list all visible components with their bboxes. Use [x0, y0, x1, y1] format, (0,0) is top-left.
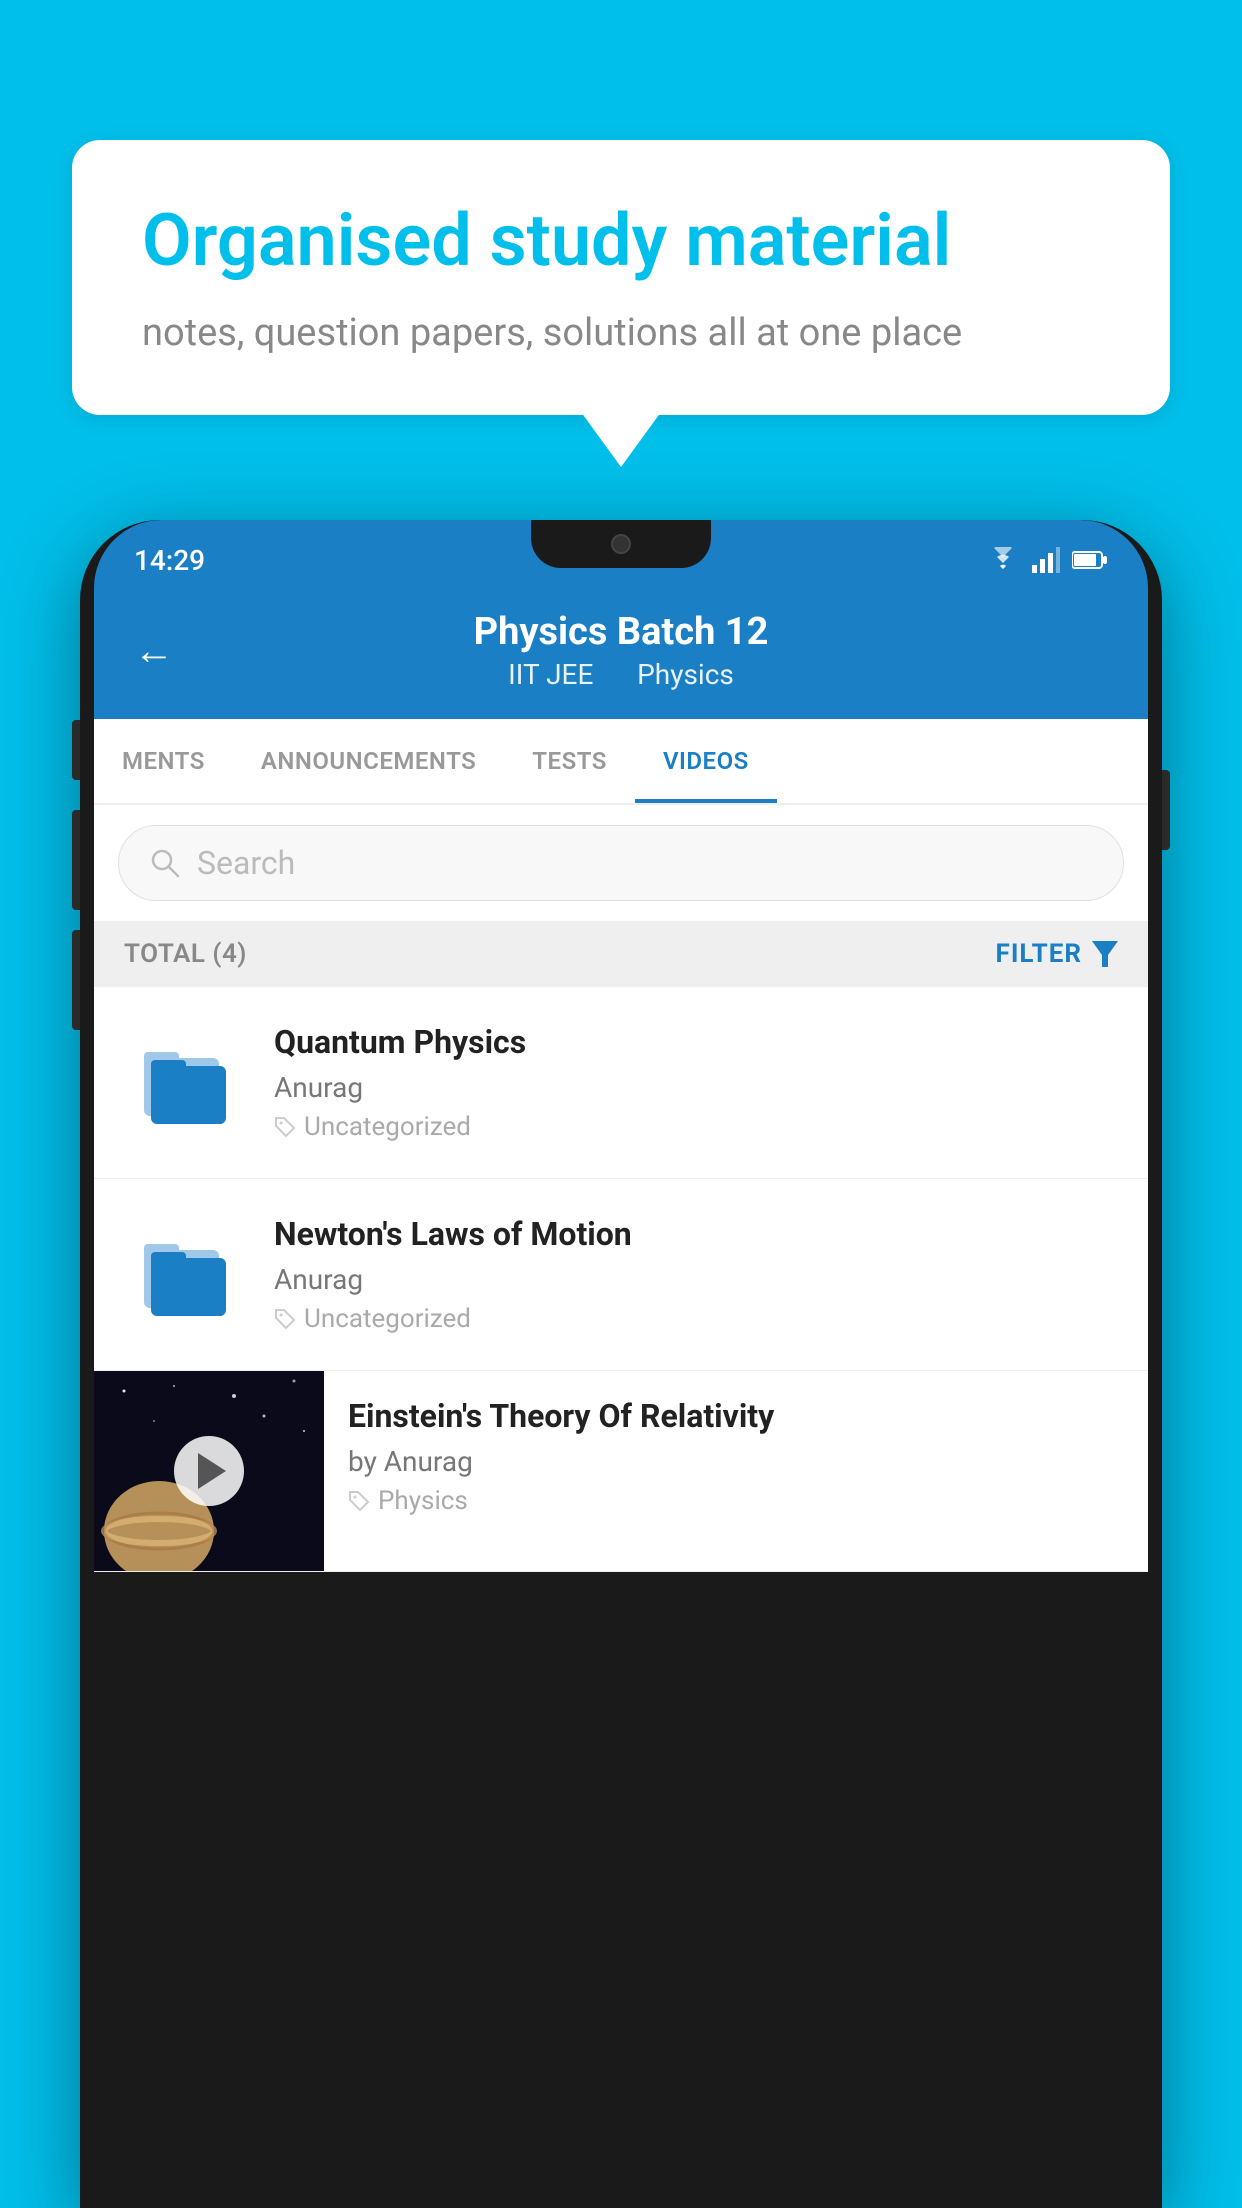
play-triangle-icon: [198, 1453, 226, 1489]
power-button: [1162, 770, 1170, 850]
total-count: TOTAL (4): [124, 939, 247, 969]
video-author-1: Anurag: [274, 1071, 1118, 1104]
speech-bubble-heading: Organised study material: [142, 200, 1100, 283]
app-header: ← Physics Batch 12 IIT JEE Physics: [94, 590, 1148, 719]
folder-thumb-2: [124, 1220, 244, 1330]
filter-label: FILTER: [996, 939, 1082, 969]
status-icons: [986, 547, 1108, 573]
video-title-3: Einstein's Theory Of Relativity: [348, 1397, 1124, 1435]
speech-bubble-container: Organised study material notes, question…: [72, 140, 1170, 415]
search-icon: [149, 847, 181, 879]
list-item[interactable]: Einstein's Theory Of Relativity by Anura…: [94, 1371, 1148, 1572]
folder-thumb-1: [124, 1028, 244, 1138]
phone-screen: 14:29: [94, 520, 1148, 2208]
video-author-2: Anurag: [274, 1263, 1118, 1296]
filter-icon: [1092, 941, 1118, 967]
video-thumbnail-3: [94, 1371, 324, 1571]
video-tag-3: Physics: [348, 1486, 1124, 1516]
header-title: Physics Batch 12: [204, 610, 1038, 654]
play-button[interactable]: [174, 1436, 244, 1506]
folder-icon: [139, 1230, 229, 1320]
signal-icon: [1032, 547, 1060, 573]
video-list: Quantum Physics Anurag Uncategorized: [94, 987, 1148, 1572]
video-title-2: Newton's Laws of Motion: [274, 1215, 1118, 1253]
subtitle-iit: IIT JEE: [508, 658, 593, 691]
header-subtitle: IIT JEE Physics: [204, 658, 1038, 691]
tag-icon: [348, 1490, 370, 1512]
speech-bubble: Organised study material notes, question…: [72, 140, 1170, 415]
video-info-1: Quantum Physics Anurag Uncategorized: [274, 1023, 1118, 1142]
tab-ments[interactable]: MENTS: [94, 719, 233, 803]
list-item[interactable]: Quantum Physics Anurag Uncategorized: [94, 987, 1148, 1179]
video-author-3: by Anurag: [348, 1445, 1124, 1478]
status-time: 14:29: [134, 544, 205, 577]
list-item[interactable]: Newton's Laws of Motion Anurag Uncategor…: [94, 1179, 1148, 1371]
tab-videos[interactable]: VIDEOS: [635, 719, 777, 803]
tab-announcements[interactable]: ANNOUNCEMENTS: [233, 719, 504, 803]
video-info-2: Newton's Laws of Motion Anurag Uncategor…: [274, 1215, 1118, 1334]
battery-icon: [1072, 550, 1108, 570]
video-info-3: Einstein's Theory Of Relativity by Anura…: [324, 1371, 1148, 1542]
volume-up-button: [72, 810, 80, 910]
video-tag-2: Uncategorized: [274, 1304, 1118, 1334]
search-bar-container: Search: [94, 805, 1148, 921]
front-camera: [611, 534, 631, 554]
speech-bubble-subtext: notes, question papers, solutions all at…: [142, 311, 1100, 355]
mute-button: [72, 720, 80, 780]
tab-tests[interactable]: TESTS: [504, 719, 635, 803]
video-tag-1: Uncategorized: [274, 1112, 1118, 1142]
video-title-1: Quantum Physics: [274, 1023, 1118, 1061]
filter-button[interactable]: FILTER: [996, 939, 1118, 969]
header-title-group: Physics Batch 12 IIT JEE Physics: [204, 610, 1038, 691]
tag-icon: [274, 1116, 296, 1138]
tag-icon: [274, 1308, 296, 1330]
subtitle-physics: Physics: [637, 658, 734, 691]
search-placeholder: Search: [197, 844, 295, 882]
volume-down-button: [72, 930, 80, 1030]
folder-icon: [139, 1038, 229, 1128]
filter-bar: TOTAL (4) FILTER: [94, 921, 1148, 987]
back-button[interactable]: ←: [134, 627, 174, 674]
phone-notch: [531, 520, 711, 568]
wifi-icon: [986, 547, 1020, 573]
tabs-bar: MENTS ANNOUNCEMENTS TESTS VIDEOS: [94, 719, 1148, 805]
phone-frame: 14:29: [80, 520, 1162, 2208]
search-bar[interactable]: Search: [118, 825, 1124, 901]
